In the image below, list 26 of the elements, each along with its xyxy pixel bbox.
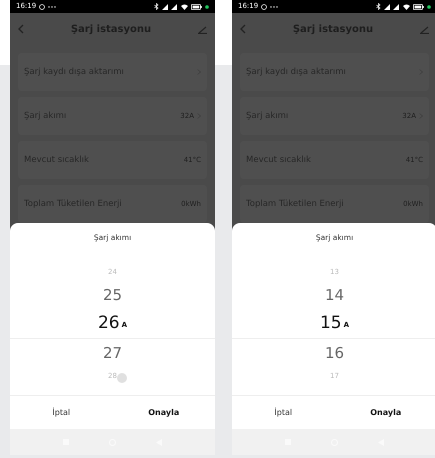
picker-option[interactable]: 26 (98, 315, 120, 332)
chat-icon (39, 4, 46, 10)
picker-option[interactable]: 25 (102, 288, 122, 302)
confirm-button[interactable]: Onayla (112, 406, 215, 418)
cancel-button[interactable]: İptal (10, 406, 112, 418)
wifi-icon (181, 4, 188, 10)
bluetooth-icon (154, 3, 159, 10)
bluetooth-icon (376, 3, 381, 10)
back-icon[interactable] (18, 24, 24, 34)
battery-icon (413, 4, 424, 10)
picker-option[interactable]: 15 (320, 315, 342, 332)
wifi-icon (403, 4, 410, 10)
chat-icon (261, 4, 268, 10)
cancel-button[interactable]: İptal (232, 406, 334, 418)
picker-option[interactable]: 27 (102, 346, 122, 360)
signal-icon (384, 4, 400, 10)
edit-icon[interactable] (420, 24, 429, 34)
charging-dot-icon (427, 4, 431, 8)
charging-dot-icon (205, 4, 209, 8)
edit-icon[interactable] (198, 24, 207, 34)
picker-option[interactable]: 16 (324, 346, 344, 360)
picker-option[interactable]: 14 (324, 288, 344, 302)
signal-icon (162, 4, 178, 10)
battery-icon (191, 4, 202, 10)
confirm-button[interactable]: Onayla (334, 406, 435, 418)
back-icon[interactable] (240, 24, 246, 34)
